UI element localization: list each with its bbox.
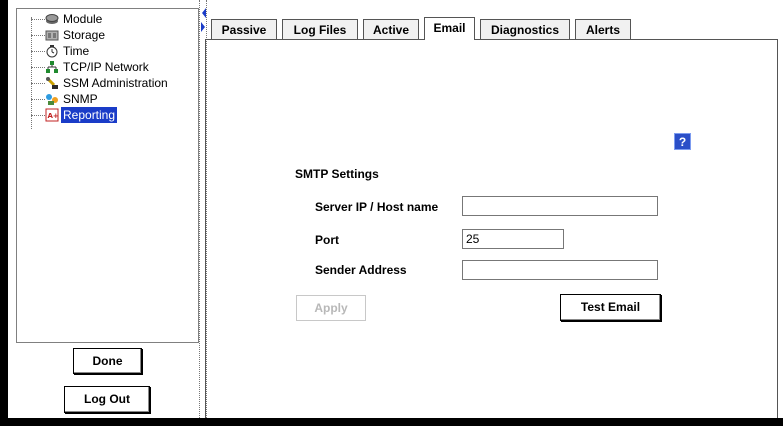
tree-item-label: Module bbox=[63, 12, 103, 26]
tab-diagnostics[interactable]: Diagnostics bbox=[480, 19, 570, 40]
server-label: Server IP / Host name bbox=[315, 200, 439, 214]
tab-alerts[interactable]: Alerts bbox=[575, 19, 631, 40]
apply-button[interactable]: Apply bbox=[296, 295, 366, 321]
tree-branch bbox=[31, 83, 45, 84]
reporting-icon: A+ bbox=[45, 108, 59, 122]
logout-button[interactable]: Log Out bbox=[64, 386, 150, 413]
network-icon bbox=[46, 61, 58, 73]
snmp-icon bbox=[46, 94, 58, 105]
tree-item-label: TCP/IP Network bbox=[63, 60, 149, 74]
module-icon bbox=[45, 14, 59, 24]
smtp-settings-heading: SMTP Settings bbox=[295, 167, 379, 181]
sender-address-input[interactable] bbox=[462, 260, 658, 280]
tree-branch bbox=[31, 99, 45, 100]
tab-active[interactable]: Active bbox=[363, 19, 419, 40]
tree-item-label: SSM Administration bbox=[63, 76, 168, 90]
sender-address-label: Sender Address bbox=[315, 263, 407, 277]
tree-branch bbox=[31, 67, 45, 68]
tree-branch bbox=[31, 35, 45, 36]
tree-item-label: Reporting bbox=[61, 107, 118, 123]
tab-log-files[interactable]: Log Files bbox=[282, 19, 358, 40]
tree-item-label: Storage bbox=[63, 28, 106, 42]
tab-email[interactable]: Email bbox=[424, 17, 475, 40]
tree-connector-line bbox=[31, 17, 32, 129]
navigation-tree: Module Storage Time TCP/IP Network SSM A… bbox=[16, 8, 199, 343]
tree-item-label: SNMP bbox=[63, 92, 98, 106]
tree-branch bbox=[31, 115, 45, 116]
admin-icon bbox=[45, 76, 58, 89]
port-input[interactable] bbox=[462, 229, 564, 249]
tree-branch bbox=[31, 51, 45, 52]
done-button[interactable]: Done bbox=[73, 348, 142, 374]
server-input[interactable] bbox=[462, 196, 658, 216]
clock-icon bbox=[46, 45, 58, 58]
port-label: Port bbox=[315, 233, 339, 247]
test-email-button[interactable]: Test Email bbox=[560, 294, 661, 321]
help-icon[interactable]: ? bbox=[674, 133, 691, 150]
splitter-arrows-icon[interactable] bbox=[200, 6, 208, 36]
storage-icon bbox=[45, 30, 59, 41]
tab-passive[interactable]: Passive bbox=[211, 19, 277, 40]
tree-item-label: Time bbox=[63, 44, 90, 58]
svg-text:A+: A+ bbox=[48, 112, 59, 120]
tree-branch bbox=[31, 19, 45, 20]
